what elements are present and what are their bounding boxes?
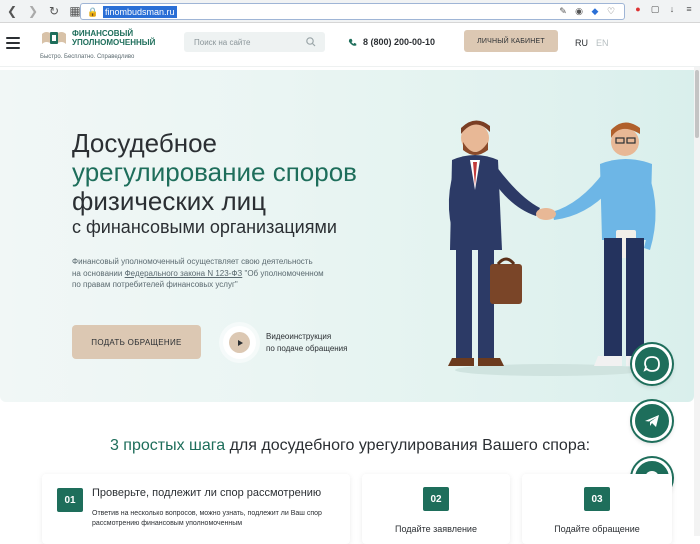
hero-desc-line2: на основании Федерального закона N 123-Ф… [72,268,372,280]
max-messenger-button[interactable] [632,344,672,384]
step-2-label: Подайте заявление [395,524,477,534]
hero-title-line2: урегулирование споров [72,157,357,187]
video-instruction-label[interactable]: Видеоинструкция по подаче обращения [266,331,347,355]
lock-icon: 🔒 [87,6,99,17]
step-number-1: 01 [57,488,83,512]
personal-cabinet-button[interactable]: ЛИЧНЫЙ КАБИНЕТ [464,30,558,52]
video-play-button[interactable] [223,326,256,359]
emblem-icon[interactable] [40,28,68,50]
logo-title-line2: УПОЛНОМОЧЕННЫЙ [72,38,156,47]
play-icon [229,332,250,353]
logo-tagline: Быстро. Бесплатно. Справедливо [40,54,135,60]
step-card-1[interactable]: 01 Проверьте, подлежит ли спор рассмотре… [42,474,350,544]
hero-desc-suffix: "Об уполномоченном [242,268,324,278]
address-bar[interactable]: 🔒 finombudsman.ru ✎ ◉ ◆ ♡ [80,3,625,20]
search-icon[interactable] [305,36,317,48]
step-card-3[interactable]: 03 Подайте обращение [522,474,672,544]
phone-number: 8 (800) 200-00-10 [363,37,436,47]
browser-toolbar: ❮ ❯ ↻ ▦ 🔒 finombudsman.ru ✎ ◉ ◆ ♡ ● ▢ ↓ … [0,0,700,23]
step-number-2: 02 [423,487,449,511]
download-icon[interactable]: ↓ [667,4,677,14]
video-label-line1: Видеоинструкция [266,332,332,341]
lang-en[interactable]: EN [596,38,609,48]
hero-description: Финансовый уполномоченный осуществляет с… [72,256,372,291]
hero-title-line3: физических лиц [72,186,267,216]
law-link[interactable]: Федерального закона N 123-ФЗ [125,269,243,278]
extension-icon[interactable]: ● [633,4,643,14]
steps-heading: 3 простых шага для досудебного урегулиро… [0,437,700,455]
steps-heading-green: 3 простых шага [109,437,226,454]
search-placeholder: Поиск на сайте [194,37,251,47]
telegram-icon [645,415,659,427]
camera-icon[interactable]: ◉ [574,6,584,16]
hero-desc-line1: Финансовый уполномоченный осуществляет с… [72,257,313,266]
puzzle-icon[interactable]: ▢ [650,4,660,14]
search-input[interactable]: Поиск на сайте [184,32,325,52]
step-card-2[interactable]: 02 Подайте заявление [362,474,510,544]
logo-title-line1: ФИНАНСОВЫЙ [72,29,134,38]
telegram-button[interactable] [632,401,672,441]
hero-title: Досудебное урегулирование споров физичес… [72,129,357,216]
site-header: ФИНАНСОВЫЙ УПОЛНОМОЧЕННЫЙ Быстро. Беспла… [0,23,700,67]
heart-icon[interactable]: ♡ [606,6,616,16]
phone-icon [348,38,357,46]
submit-appeal-button[interactable]: ПОДАТЬ ОБРАЩЕНИЕ [72,325,201,359]
step-number-3: 03 [584,487,610,511]
back-icon[interactable]: ❮ [3,2,21,20]
step-1-title: Проверьте, подлежит ли спор рассмотрению [92,487,322,499]
hero-desc-prefix: на основании [72,268,125,278]
video-label-line2: по подаче обращения [266,344,348,353]
steps-heading-rest: для досудебного урегулирования Вашего сп… [225,437,591,454]
handshake-illustration [448,120,656,376]
forward-icon[interactable]: ❯ [24,2,42,20]
edit-icon[interactable]: ✎ [558,6,568,16]
hero-desc-line3: по правам потребителей финансовых услуг" [72,280,238,289]
url-text: finombudsman.ru [103,5,177,18]
burger-menu-icon[interactable] [6,37,20,49]
hero-subtitle: с финансовыми организациями [72,217,337,237]
scrollbar-thumb[interactable] [695,70,699,138]
shield-icon[interactable]: ◆ [590,6,600,16]
logo-title[interactable]: ФИНАНСОВЫЙ УПОЛНОМОЧЕННЫЙ [72,29,162,47]
phone-link[interactable]: 8 (800) 200-00-10 [348,37,435,47]
menu-icon[interactable]: ≡ [684,4,694,14]
reload-icon[interactable]: ↻ [45,2,63,20]
step-1-text: Ответив на несколько вопросов, можно узн… [92,510,322,527]
lang-ru[interactable]: RU [575,38,588,48]
hero-title-line1: Досудебное [72,128,218,158]
messenger-icon [643,356,660,372]
step-3-label: Подайте обращение [554,524,640,534]
